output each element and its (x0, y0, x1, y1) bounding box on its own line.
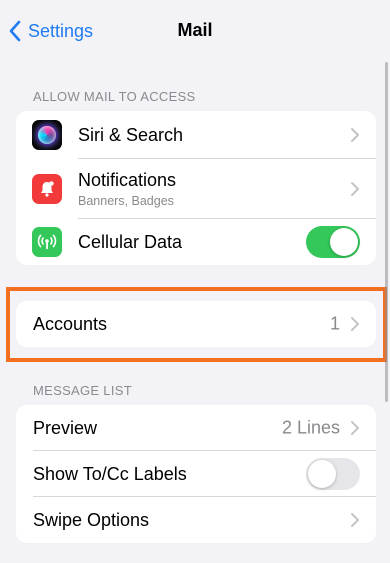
chevron-right-icon (351, 513, 359, 527)
bell-icon (32, 174, 62, 204)
row-label: Show To/Cc Labels (33, 463, 187, 484)
row-label: Cellular Data (78, 231, 183, 252)
row-label: Notifications (78, 170, 177, 190)
chevron-right-icon (351, 421, 359, 435)
siri-icon (32, 120, 62, 150)
mail-settings-screen: Settings Mail ALLOW MAIL TO ACCESS Siri … (0, 0, 390, 563)
chevron-right-icon (351, 128, 359, 142)
access-group: Siri & Search Notifications Banners, Bad… (16, 111, 376, 265)
preview-row[interactable]: Preview 2 Lines (16, 405, 376, 451)
accounts-highlight-box (6, 287, 387, 362)
nav-bar: Settings Mail (0, 0, 390, 62)
section-header-message-list: MESSAGE LIST (33, 383, 132, 398)
row-label: Swipe Options (33, 509, 150, 530)
swipe-options-row[interactable]: Swipe Options (16, 497, 376, 543)
row-subtitle: Banners, Badges (78, 194, 174, 208)
page-title: Mail (177, 20, 213, 40)
chevron-right-icon (351, 182, 359, 196)
show-to-cc-row: Show To/Cc Labels (16, 451, 376, 497)
preview-value: 2 Lines (281, 417, 340, 438)
siri-search-row[interactable]: Siri & Search (16, 111, 376, 159)
show-to-cc-toggle[interactable] (306, 458, 360, 490)
row-label: Preview (33, 417, 98, 438)
scrollbar[interactable] (385, 62, 388, 402)
cellular-data-toggle[interactable] (306, 226, 360, 258)
cellular-data-row: Cellular Data (16, 219, 376, 265)
row-label: Siri & Search (78, 124, 184, 145)
message-list-group: Preview 2 Lines Show To/Cc Labels Swipe … (16, 405, 376, 543)
section-header-access: ALLOW MAIL TO ACCESS (33, 89, 196, 104)
antenna-icon (32, 227, 62, 257)
notifications-row[interactable]: Notifications Banners, Badges (16, 159, 376, 219)
